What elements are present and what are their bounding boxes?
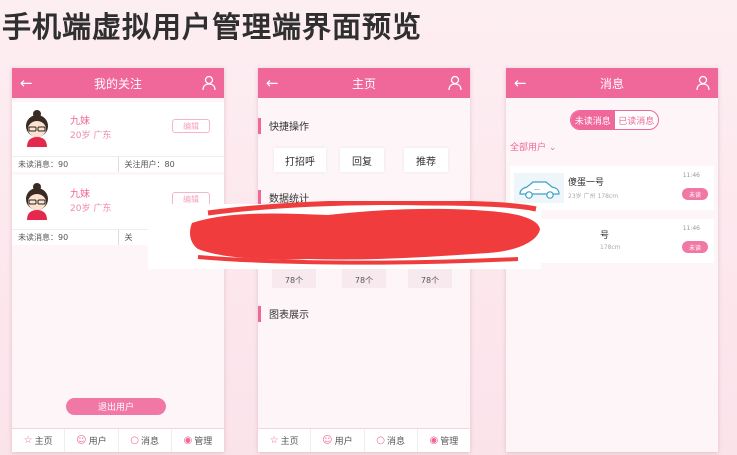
manage-icon: ◉ bbox=[429, 435, 439, 446]
header-title: 主页 bbox=[351, 76, 376, 91]
home-icon: ☆ bbox=[269, 435, 279, 446]
recommend-button[interactable]: 推荐 bbox=[404, 148, 448, 172]
tab-home[interactable]: ☆ 主页 bbox=[258, 429, 310, 452]
message-time: 11:46 bbox=[682, 172, 700, 179]
back-arrow-icon[interactable]: ← bbox=[514, 74, 527, 92]
user-icon[interactable] bbox=[696, 75, 710, 91]
edit-button[interactable]: 编辑 bbox=[172, 119, 210, 133]
tab-read[interactable]: 已读消息 bbox=[615, 111, 659, 129]
header-title: 消息 bbox=[599, 76, 624, 91]
message-meta: 23岁 广州 178cm bbox=[568, 193, 619, 200]
greet-button[interactable]: 打招呼 bbox=[274, 148, 326, 172]
back-arrow-icon[interactable]: ← bbox=[20, 74, 33, 92]
reply-button[interactable]: 回复 bbox=[340, 148, 384, 172]
tab-manage[interactable]: ◉ 管理 bbox=[416, 429, 470, 452]
message-icon: ○ bbox=[376, 435, 385, 446]
follower-count: 关注用户：80 bbox=[117, 157, 225, 172]
back-arrow-icon[interactable]: ← bbox=[266, 74, 279, 92]
message-sender: 号 bbox=[600, 231, 610, 241]
user-meta: 20岁 广东 bbox=[70, 204, 112, 214]
user-filter-dropdown[interactable]: 全部用户 ⌄ bbox=[510, 140, 556, 153]
message-time: 11:46 bbox=[682, 225, 700, 232]
car-avatar: 一 bbox=[514, 173, 564, 203]
header-title: 我的关注 bbox=[93, 76, 142, 91]
follow-card[interactable]: 九妹 20岁 广东 编辑 未读消息：90 关注用户：80 bbox=[12, 102, 224, 172]
redaction-scribble bbox=[190, 201, 540, 265]
manage-icon: ◉ bbox=[183, 435, 193, 446]
topbar: ← 消息 bbox=[506, 68, 718, 98]
message-sender: 傻蛋一号 bbox=[568, 178, 605, 188]
unread-count: 未读消息：90 bbox=[18, 233, 69, 242]
user-meta: 20岁 广东 bbox=[70, 131, 112, 141]
user-icon[interactable] bbox=[448, 75, 462, 91]
quick-actions-title: 快捷操作 bbox=[258, 118, 309, 134]
tab-manage[interactable]: ◉ 管理 bbox=[170, 429, 224, 452]
tab-message[interactable]: ○ 消息 bbox=[363, 429, 417, 452]
topbar: ← 主页 bbox=[258, 68, 470, 98]
card-stats: 未读消息：90 关注用户：80 bbox=[12, 156, 224, 172]
unread-count: 未读消息：90 bbox=[18, 160, 69, 169]
tab-bar: ☆ 主页 ☺ 用户 ○ 消息 ◉ 管理 bbox=[12, 428, 224, 452]
tab-unread[interactable]: 未读消息 bbox=[571, 111, 615, 129]
tab-user[interactable]: ☺ 用户 bbox=[64, 429, 117, 452]
svg-text:一: 一 bbox=[534, 187, 540, 194]
tab-home[interactable]: ☆ 主页 bbox=[12, 429, 64, 452]
avatar bbox=[26, 110, 48, 147]
page-title: 手机端虚拟用户管理端界面预览 bbox=[2, 10, 423, 44]
user-icon: ☺ bbox=[76, 435, 87, 446]
unread-badge: 未读 bbox=[682, 241, 708, 253]
message-meta: 178cm bbox=[600, 244, 621, 251]
topbar: ← 我的关注 bbox=[12, 68, 224, 98]
avatar bbox=[26, 183, 48, 220]
read-filter-toggle: 未读消息 已读消息 bbox=[570, 110, 659, 130]
message-icon: ○ bbox=[130, 435, 139, 446]
chart-title: 图表展示 bbox=[258, 306, 309, 322]
exit-user-button[interactable]: 退出用户 bbox=[66, 398, 166, 415]
tab-user[interactable]: ☺ 用户 bbox=[310, 429, 363, 452]
user-name: 九妹 bbox=[70, 189, 90, 200]
chevron-down-icon: ⌄ bbox=[548, 143, 557, 153]
tab-bar: ☆ 主页 ☺ 用户 ○ 消息 ◉ 管理 bbox=[258, 428, 470, 452]
user-icon[interactable] bbox=[202, 75, 216, 91]
home-icon: ☆ bbox=[23, 435, 33, 446]
unread-badge: 未读 bbox=[682, 188, 708, 200]
tab-message[interactable]: ○ 消息 bbox=[117, 429, 171, 452]
user-icon: ☺ bbox=[322, 435, 333, 446]
user-name: 九妹 bbox=[70, 116, 90, 127]
